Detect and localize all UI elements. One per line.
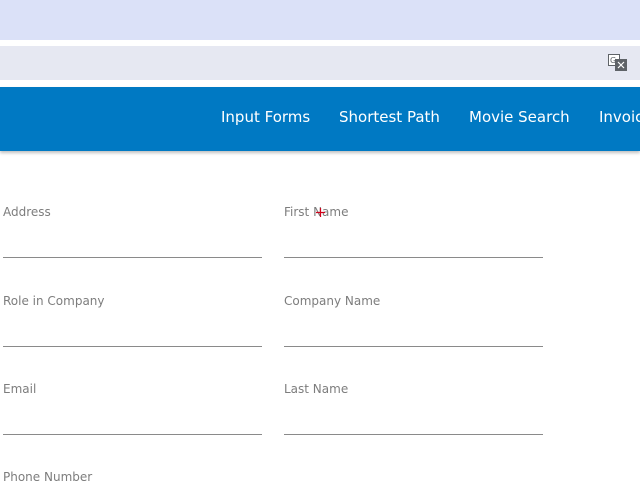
last-name-field: Last Name — [284, 382, 543, 435]
nav-link-input-forms[interactable]: Input Forms — [221, 108, 310, 126]
phone-field: Phone Number — [3, 470, 262, 484]
address-input[interactable] — [3, 229, 262, 258]
nav-link-shortest-path[interactable]: Shortest Path — [339, 108, 440, 126]
email-label: Email — [3, 382, 37, 396]
address-field: Address — [3, 205, 262, 258]
company-name-label: Company Name — [284, 294, 381, 308]
address-label: Address — [3, 205, 51, 219]
last-name-input[interactable] — [284, 406, 543, 435]
company-name-input[interactable] — [284, 318, 543, 347]
role-field: Role in Company — [3, 294, 262, 347]
divider — [0, 80, 640, 87]
browser-toolbar — [0, 46, 640, 80]
translate-icon[interactable]: G — [608, 54, 627, 71]
company-name-field: Company Name — [284, 294, 543, 347]
top-banner — [0, 0, 640, 40]
email-input[interactable] — [3, 406, 262, 435]
last-name-label: Last Name — [284, 382, 349, 396]
role-input[interactable] — [3, 318, 262, 347]
first-name-label: First Name — [284, 205, 349, 219]
nav-link-invoices[interactable]: Invoices — [599, 108, 640, 126]
nav-link-movie-search[interactable]: Movie Search — [469, 108, 570, 126]
main-navbar: Input Forms Shortest Path Movie Search I… — [0, 87, 640, 151]
role-label: Role in Company — [3, 294, 105, 308]
email-field: Email — [3, 382, 262, 435]
first-name-input[interactable] — [284, 229, 543, 258]
phone-label: Phone Number — [3, 470, 93, 484]
first-name-field: First Name — [284, 205, 543, 258]
